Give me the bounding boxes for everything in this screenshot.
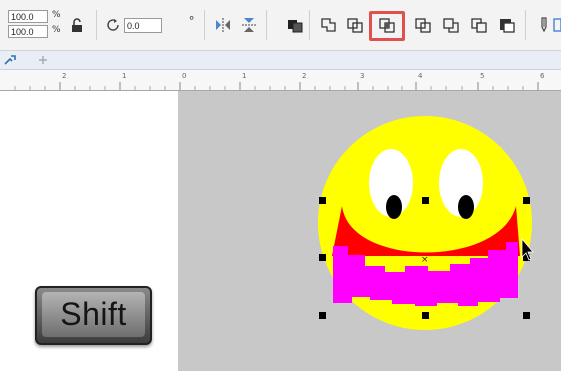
toolbar-separator	[525, 10, 526, 40]
ruler-label: 1	[122, 72, 127, 80]
toolbar-separator	[204, 10, 205, 40]
mirror-vertical-icon[interactable]	[240, 16, 258, 34]
lock-ratio-icon[interactable]	[68, 16, 86, 34]
document-tab-strip	[0, 51, 561, 70]
ruler-label: 5	[480, 72, 485, 80]
toolbar-separator	[96, 10, 97, 40]
toolbar-separator	[309, 10, 310, 40]
back-minus-front-icon[interactable]	[470, 16, 488, 34]
trim-icon[interactable]	[346, 16, 364, 34]
highlighted-tool-box	[369, 11, 405, 41]
combine-icon[interactable]	[286, 16, 304, 34]
front-minus-back-icon[interactable]	[442, 16, 460, 34]
add-tab-icon[interactable]	[38, 55, 48, 65]
weld-icon[interactable]	[320, 16, 338, 34]
ruler-label: 6	[540, 72, 545, 80]
mirror-horizontal-icon[interactable]	[214, 16, 232, 34]
degree-label: °	[189, 13, 195, 28]
toolbar-separator	[266, 10, 267, 40]
horizontal-ruler[interactable]: 2 1 0 1 2 3 4 5 6	[0, 70, 561, 91]
document-tab-icon[interactable]	[4, 54, 16, 66]
ruler-label: 2	[302, 72, 307, 80]
ruler-label: 4	[418, 72, 423, 80]
rotation-angle-input[interactable]: 0.0	[124, 18, 162, 33]
scale-width-input[interactable]: 100.0	[8, 10, 48, 23]
percent-label-width: %	[52, 10, 61, 20]
rotate-icon	[107, 19, 119, 31]
fill-swatch-icon[interactable]	[553, 16, 561, 34]
property-bar: 100.0 100.0 % % 0.0 °	[0, 0, 561, 51]
ruler-label: 1	[242, 72, 247, 80]
ruler-label: 0	[182, 72, 187, 80]
pen-icon[interactable]	[534, 16, 552, 34]
boundary-icon[interactable]	[498, 16, 516, 34]
simplify-icon[interactable]	[414, 16, 432, 34]
desktop-area[interactable]	[178, 91, 561, 371]
ruler-label: 3	[360, 72, 365, 80]
shift-key-indicator: Shift	[35, 286, 152, 345]
ruler-label: 2	[62, 72, 67, 80]
scale-height-input[interactable]: 100.0	[8, 25, 48, 38]
ruler-ticks	[14, 82, 539, 90]
percent-label-height: %	[52, 25, 61, 35]
shift-key-face: Shift	[42, 292, 145, 337]
shift-key-label: Shift	[60, 296, 127, 332]
